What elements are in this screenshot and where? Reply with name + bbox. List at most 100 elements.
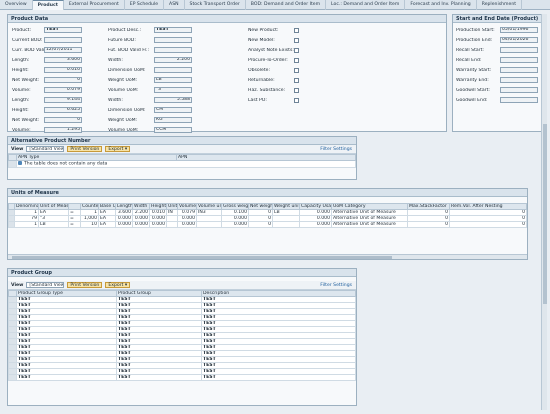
date-value[interactable] — [500, 77, 538, 83]
date-value[interactable] — [500, 47, 538, 53]
field-value[interactable]: " — [154, 67, 192, 73]
checkbox[interactable] — [294, 87, 299, 93]
field-row: Net Weight: 0 — [12, 77, 82, 83]
tab-ep-schedule[interactable]: EP Schedule — [125, 0, 165, 10]
uom-column-header[interactable]: Capacity Usage — [299, 203, 332, 210]
field-value[interactable]: 3.600 — [44, 57, 82, 63]
date-value[interactable] — [500, 67, 538, 73]
checkbox[interactable] — [294, 47, 299, 53]
field-value[interactable]: 9.144 — [44, 97, 82, 103]
uom-column-header[interactable]: Unit of Measure — [38, 203, 69, 210]
field-label: Weight UoM: — [108, 117, 138, 123]
field-value[interactable]: 2.200 — [154, 57, 192, 63]
uom-column-header[interactable]: Height — [149, 203, 167, 210]
table-cell: 0 — [248, 221, 273, 228]
checkbox[interactable] — [294, 37, 299, 43]
uom-column-header[interactable]: Unit — [166, 203, 178, 210]
uom-column-header[interactable]: Counter — [80, 203, 99, 210]
table-cell: TEST — [16, 374, 117, 381]
uom-column-header[interactable]: Width — [132, 203, 150, 210]
pg-print-button[interactable]: Print Version — [67, 282, 103, 288]
uom-column-header[interactable]: Length — [115, 203, 133, 210]
field-value[interactable]: 0 — [44, 77, 82, 83]
table-cell: 0.000 — [221, 221, 249, 228]
uom-column-header[interactable]: Denominator — [14, 203, 39, 210]
uom-column-header[interactable]: Weight unit — [272, 203, 300, 210]
field-value[interactable]: 1.295 — [44, 127, 82, 133]
field-value[interactable]: 12/07/2011 — [44, 47, 82, 53]
date-label: Recall Start: — [456, 47, 484, 53]
field-value[interactable]: TEST — [44, 27, 82, 33]
tab-replenishment[interactable]: Replenishment — [477, 0, 523, 10]
date-value[interactable]: 04/01/2026 — [500, 37, 538, 43]
tab-loc-demand-and-order-item[interactable]: Loc.: Demand and Order Item — [326, 0, 406, 10]
row-selector[interactable] — [8, 374, 17, 381]
scroll-thumb[interactable] — [543, 124, 547, 304]
field-value[interactable]: TEST — [154, 27, 192, 33]
uom-column-header[interactable]: Net weight — [248, 203, 273, 210]
table-row[interactable]: 1 LB = 10 EA 0.000 0.000 0.000 0.000 0.000 0 0.000 A… — [8, 221, 527, 228]
tab-asn[interactable]: ASN — [164, 0, 185, 10]
field-value[interactable]: CCM — [154, 127, 192, 133]
tab-bod-demand-and-order-item[interactable]: BOD: Demand and Order Item — [246, 0, 327, 10]
field-value[interactable] — [154, 37, 192, 43]
uom-column-header[interactable]: Volume unit — [196, 203, 222, 210]
apn-filter-link[interactable]: Filter — [320, 147, 331, 152]
apn-view-select[interactable]: [Standard View] — [26, 146, 65, 152]
tab-overview[interactable]: Overview — [0, 0, 33, 10]
table-cell: 0.000 — [132, 221, 150, 228]
checkbox[interactable] — [294, 57, 299, 63]
field-value[interactable] — [154, 47, 192, 53]
date-row: Recall Start: — [456, 47, 538, 53]
tab-external-procurement[interactable]: External Procurement — [64, 0, 125, 10]
field-value[interactable]: KG — [154, 117, 192, 123]
uom-column-header[interactable]: Volume — [177, 203, 197, 210]
field-label: Volume UoM: — [108, 127, 139, 133]
tab-stock-transport-order[interactable]: Stock Transport Order — [185, 0, 246, 10]
date-value[interactable]: 05/01/1996 — [500, 27, 538, 33]
pg-view-label: View — [11, 282, 24, 288]
table-cell — [272, 221, 300, 228]
page-vertical-scrollbar[interactable] — [541, 14, 547, 410]
uom-horizontal-scrollbar[interactable] — [8, 254, 527, 259]
row-selector[interactable] — [8, 160, 17, 168]
uom-column-header[interactable]: Gross weight — [221, 203, 249, 210]
field-row: Width: 5.588 — [108, 97, 192, 103]
field-value[interactable]: 0.010 — [44, 67, 82, 73]
field-value[interactable]: 5.588 — [154, 97, 192, 103]
tab-forecast-and-inv-planning[interactable]: Forecast and Inv. Planning — [405, 0, 477, 10]
date-value[interactable] — [500, 57, 538, 63]
pg-export-button[interactable]: Export ▾ — [105, 282, 131, 288]
scroll-thumb[interactable] — [12, 256, 392, 259]
apn-settings-link[interactable]: Settings — [333, 147, 352, 152]
date-value[interactable] — [500, 87, 538, 93]
pg-filter-link[interactable]: Filter — [320, 283, 331, 288]
uom-column-header[interactable]: Base Unit — [98, 203, 116, 210]
checkbox[interactable] — [294, 67, 299, 73]
field-value[interactable]: 0 — [44, 117, 82, 123]
checkbox[interactable] — [294, 77, 299, 83]
date-value[interactable] — [500, 97, 538, 103]
uom-column-header[interactable]: Max.StackFactor — [407, 203, 450, 210]
apn-empty-text: The table does not contain any data — [24, 161, 108, 167]
table-cell: TEST — [201, 374, 356, 381]
field-value[interactable]: "3 — [154, 87, 192, 93]
pg-settings-link[interactable]: Settings — [333, 283, 352, 288]
field-value[interactable]: LB — [154, 77, 192, 83]
tab-product[interactable]: Product — [32, 0, 64, 10]
date-label: Warranty End: — [456, 77, 489, 83]
apn-panel: Alternative Product Number View [Standar… — [7, 136, 357, 180]
field-value[interactable] — [44, 37, 82, 43]
apn-export-button[interactable]: Export ▾ — [105, 146, 131, 152]
field-row: Volume UoM: CCM — [108, 127, 192, 133]
field-value[interactable]: 6.625 — [44, 107, 82, 113]
field-row: Width: 2.200 — [108, 57, 192, 63]
field-value[interactable]: 0.079 — [44, 87, 82, 93]
table-row[interactable]: TEST TEST TEST — [8, 374, 356, 381]
field-value[interactable]: CM — [154, 107, 192, 113]
pg-view-select[interactable]: [Standard View] — [26, 282, 65, 288]
checkbox[interactable] — [294, 97, 299, 103]
checkbox[interactable] — [294, 27, 299, 33]
apn-print-button[interactable]: Print Version — [67, 146, 103, 152]
field-row: New Model: — [248, 37, 299, 43]
